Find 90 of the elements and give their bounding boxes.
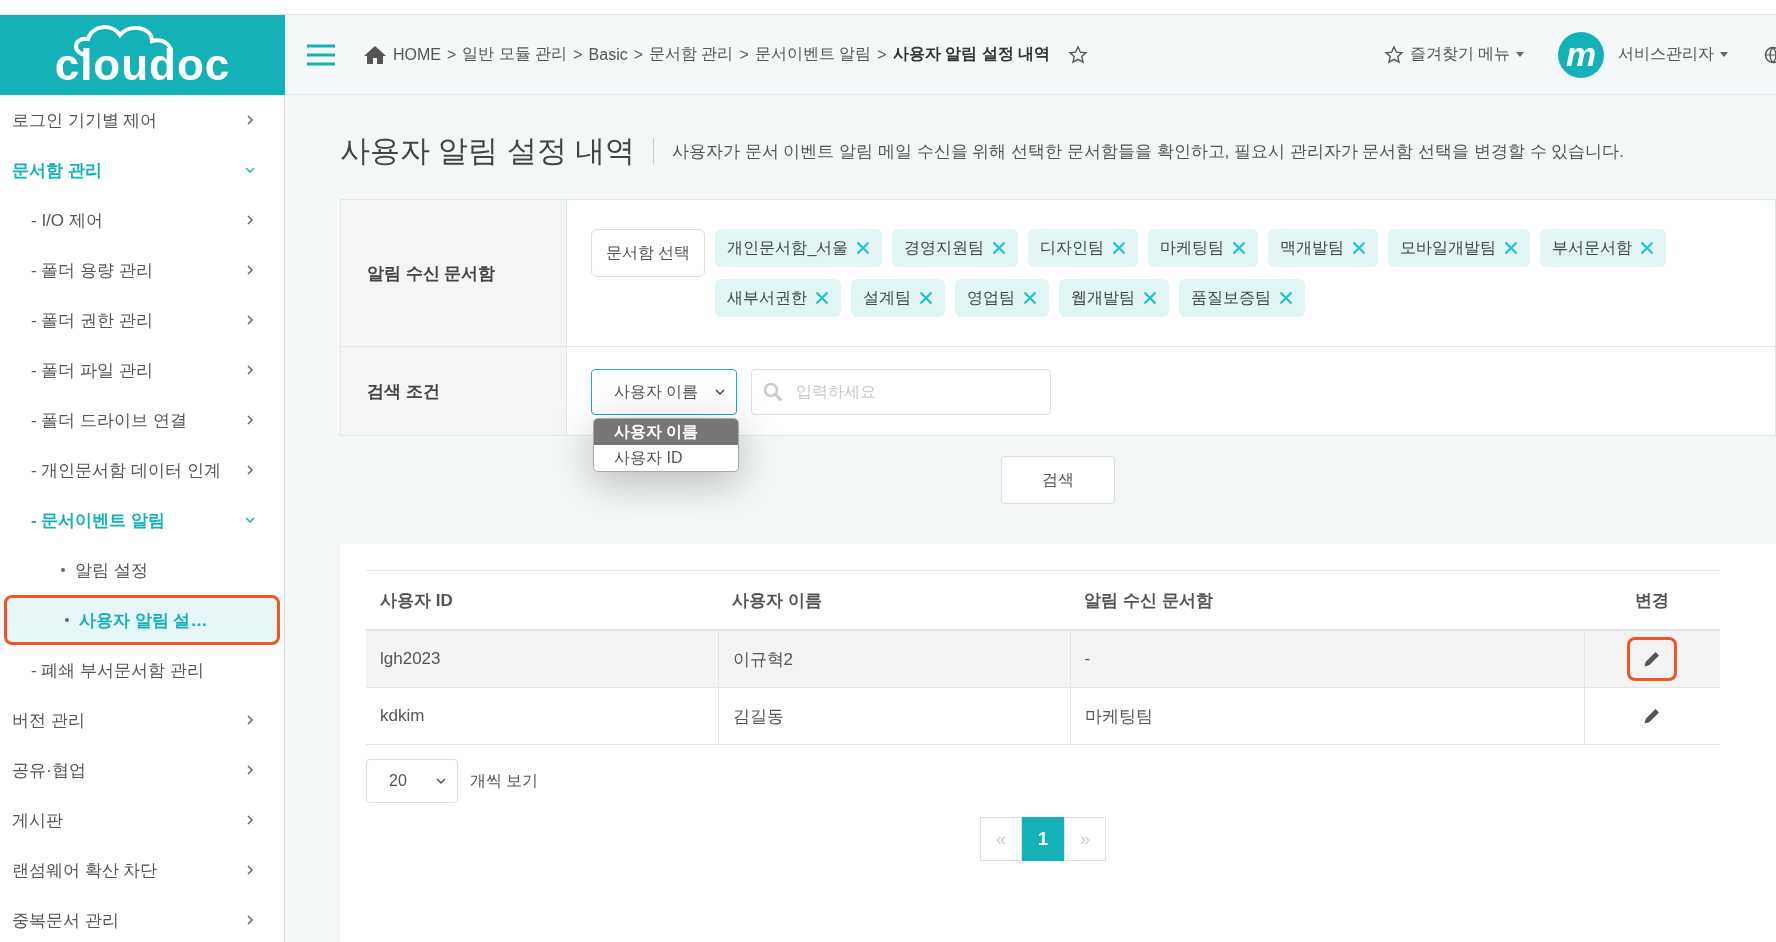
field-label: 알림 수신 문서함 [367,262,496,285]
chevron-icon [244,714,256,726]
breadcrumb-separator: > [447,45,457,64]
sidebar-item[interactable]: - 폴더 권한 관리 [3,295,281,345]
remove-icon[interactable] [1504,241,1519,255]
remove-icon[interactable] [992,241,1007,255]
breadcrumb-separator: > [739,45,749,64]
remove-icon[interactable] [1112,241,1127,255]
sidebar-item[interactable]: 버전 관리 [3,695,281,745]
user-menu[interactable]: 서비스관리자 [1618,44,1714,65]
sidebar-item[interactable]: - 폐쇄 부서문서함 관리 [3,645,281,695]
tag-label: 품질보증팀 [1191,287,1272,308]
remove-icon[interactable] [919,291,934,305]
tag-label: 부서문서함 [1552,237,1633,258]
table-cell: - [1070,630,1585,688]
menu-icon[interactable] [307,43,335,66]
chevron-icon [244,264,256,276]
chevron-icon [244,414,256,426]
table-cell: 마케팅팀 [1070,687,1585,745]
sidebar-item[interactable]: 게시판 [3,795,281,845]
remove-icon[interactable] [1640,241,1655,255]
chevron-icon [244,864,256,876]
sidebar-item[interactable]: - 개인문서함 데이터 인계 [3,445,281,495]
chevron-icon [435,775,447,787]
table-cell: 김길동 [718,687,1071,745]
tag-label: 경영지원팀 [904,237,985,258]
sidebar-item[interactable]: - I/O 제어 [3,195,281,245]
chevron-icon [244,164,256,176]
table-cell: lgh2023 [366,630,719,688]
page-description: 사용자가 문서 이벤트 알림 메일 수신을 위해 선택한 문서함들을 확인하고, 필요시 관리자가 문서함 선택을 변경할 수 있습니다. [672,140,1625,163]
chevron-icon [244,914,256,926]
dropdown-option[interactable]: 사용자 이름 [594,419,738,445]
tag-label: 영업팀 [967,287,1016,308]
sidebar-item[interactable]: - 폴더 드라이브 연결 [3,395,281,445]
remove-icon[interactable] [856,241,871,255]
page-size-label: 개씩 보기 [470,770,539,791]
sidebar-item[interactable]: 로그인 기기별 제어 [3,95,281,145]
globe-icon[interactable] [1764,45,1776,64]
star-icon[interactable] [1068,44,1088,65]
breadcrumb-separator: > [573,45,583,64]
tag-label: 설계팀 [863,287,912,308]
home-icon[interactable] [363,44,387,65]
chevron-icon [244,364,256,376]
search-type-select[interactable]: 사용자 이름 [591,369,737,415]
tag-label: 맥개발팀 [1280,237,1345,258]
breadcrumb-link[interactable]: HOME [393,45,441,64]
tag-label: 개인문서함_서울 [727,237,849,258]
page-size-select[interactable]: 20 [366,759,458,803]
chevron-icon [244,514,256,526]
sidebar-item[interactable]: - 폴더 파일 관리 [3,345,281,395]
remove-icon[interactable] [1279,291,1294,305]
chevron-icon [244,764,256,776]
chevron-icon [244,814,256,826]
star-icon[interactable] [1383,44,1404,65]
search-icon [763,382,783,402]
search-button[interactable]: 검색 [1001,456,1115,504]
tag-label: 마케팅팀 [1160,237,1225,258]
page-title: 사용자 알림 설정 내역 [340,132,635,169]
breadcrumb-link[interactable]: 일반 모듈 관리 [462,44,568,65]
remove-icon[interactable] [1232,241,1247,255]
sidebar-item[interactable]: 랜섬웨어 확산 차단 [3,845,281,895]
tag-label: 모바일개발팀 [1400,237,1497,258]
breadcrumb-link[interactable]: 문서함 관리 [649,44,734,65]
breadcrumb-separator: > [877,45,887,64]
remove-icon[interactable] [1352,241,1367,255]
edit-button[interactable] [1627,637,1678,681]
sidebar-item[interactable]: 중복문서 관리 [3,895,281,942]
breadcrumb-link[interactable]: 문서이벤트 알림 [754,44,872,65]
tag-label: 새부서권한 [727,287,808,308]
remove-icon[interactable] [815,291,830,305]
tag-label: 디자인팀 [1040,237,1105,258]
sidebar-item[interactable]: 알림 설정 [3,545,281,595]
breadcrumb-link[interactable]: Basic [588,45,628,64]
chevron-icon [714,386,726,398]
sidebar-item[interactable]: - 폴더 용량 관리 [3,245,281,295]
breadcrumb-separator: > [633,45,644,64]
chevron-icon [244,114,256,126]
dropdown-option[interactable]: 사용자 ID [594,445,738,471]
table-cell: kdkim [366,687,719,745]
remove-icon[interactable] [1023,291,1038,305]
table-cell: 이규혁2 [718,630,1071,688]
favorites-menu[interactable]: 즐겨찾기 메뉴 [1409,44,1510,65]
chevron-icon [244,314,256,326]
choose-folder-button[interactable]: 문서함 선택 [591,229,706,277]
sidebar-item[interactable]: 공유·협업 [3,745,281,795]
field-label: 검색 조건 [367,380,440,403]
tag-label: 웹개발팀 [1071,287,1136,308]
chevron-icon [244,214,256,226]
remove-icon[interactable] [1143,291,1158,305]
chevron-icon [244,464,256,476]
